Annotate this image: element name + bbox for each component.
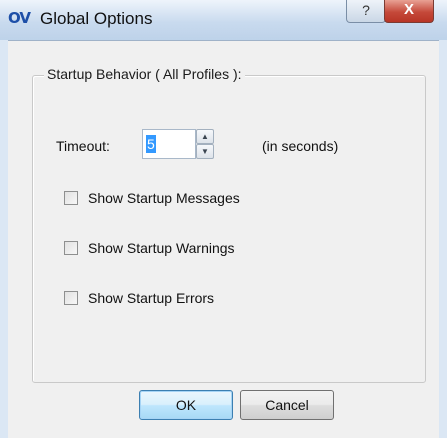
show-startup-errors-checkbox[interactable]: [64, 291, 78, 305]
timeout-spinner: ▲ ▼: [196, 129, 214, 159]
checkbox-label[interactable]: Show Startup Errors: [88, 290, 214, 306]
close-button[interactable]: X: [384, 0, 434, 23]
dialog-body: Startup Behavior ( All Profiles ): Timeo…: [8, 40, 439, 438]
checkbox-label[interactable]: Show Startup Messages: [88, 190, 240, 206]
group-label: Startup Behavior ( All Profiles ):: [44, 66, 245, 82]
ok-button[interactable]: OK: [139, 390, 233, 420]
timeout-label: Timeout:: [56, 138, 110, 154]
cancel-button[interactable]: Cancel: [240, 390, 334, 420]
title-bar[interactable]: OV Global Options ? X: [0, 0, 447, 38]
app-logo-icon: OV: [8, 9, 31, 27]
timeout-input[interactable]: 5: [142, 129, 196, 159]
spin-up-button[interactable]: ▲: [196, 129, 214, 144]
window-title: Global Options: [40, 9, 153, 28]
checkbox-label[interactable]: Show Startup Warnings: [88, 240, 235, 256]
timeout-unit-label: (in seconds): [262, 138, 339, 154]
timeout-value: 5: [146, 135, 156, 153]
startup-behavior-group: [32, 75, 426, 383]
global-options-dialog: OV Global Options ? X Startup Behavior (…: [0, 0, 447, 438]
show-startup-warnings-checkbox[interactable]: [64, 241, 78, 255]
show-startup-messages-checkbox[interactable]: [64, 191, 78, 205]
spin-down-button[interactable]: ▼: [196, 144, 214, 159]
help-button[interactable]: ?: [346, 0, 386, 23]
